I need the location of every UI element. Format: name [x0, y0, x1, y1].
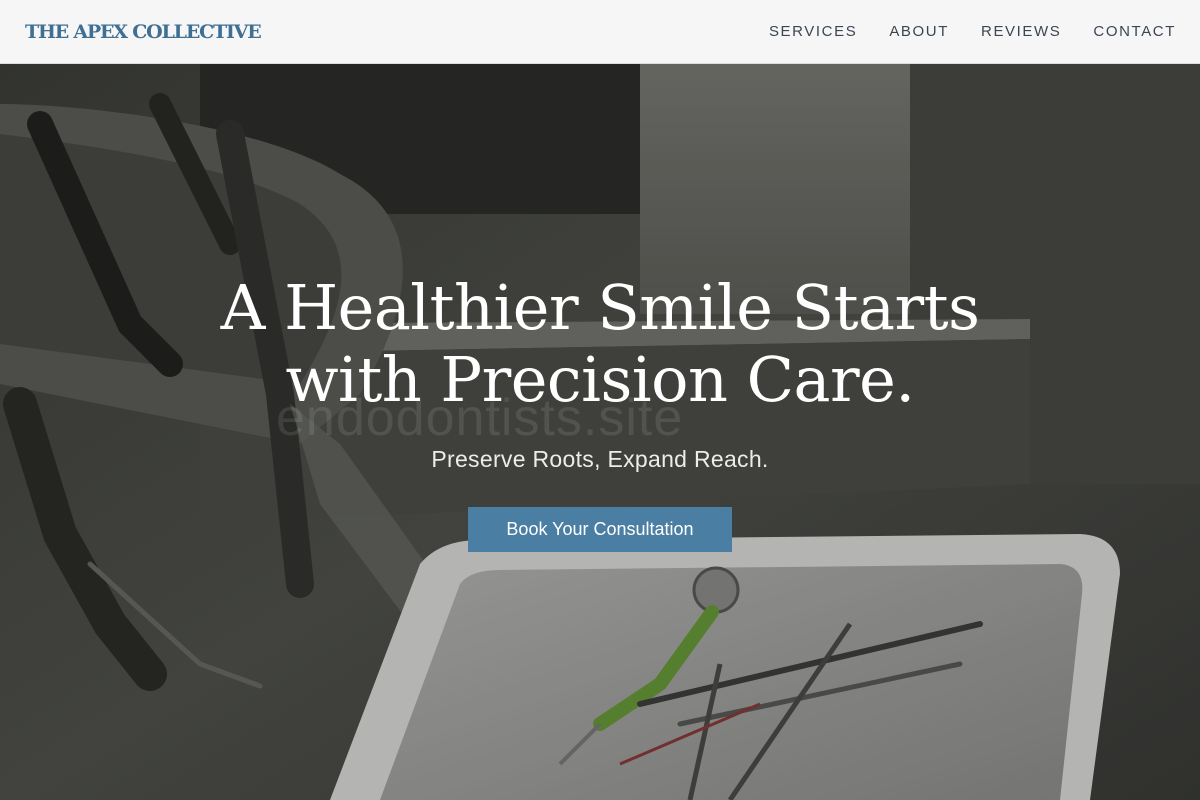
site-header: THE APEX COLLECTIVE SERVICES ABOUT REVIE… — [0, 0, 1200, 64]
nav-link-reviews[interactable]: REVIEWS — [981, 23, 1061, 40]
hero-headline: A Healthier Smile Starts with Precision … — [220, 271, 980, 416]
nav-link-services[interactable]: SERVICES — [769, 23, 857, 40]
nav-link-about[interactable]: ABOUT — [889, 23, 949, 40]
nav-link-contact[interactable]: CONTACT — [1093, 23, 1176, 40]
hero-subheadline: Preserve Roots, Expand Reach. — [431, 446, 769, 472]
brand-logo[interactable]: THE APEX COLLECTIVE — [25, 21, 262, 43]
hero-section: endodontists.site A Healthier Smile Star… — [0, 64, 1200, 800]
book-consultation-button[interactable]: Book Your Consultation — [468, 507, 732, 552]
hero-content: A Healthier Smile Starts with Precision … — [0, 64, 1200, 800]
main-nav: SERVICES ABOUT REVIEWS CONTACT — [769, 23, 1176, 40]
